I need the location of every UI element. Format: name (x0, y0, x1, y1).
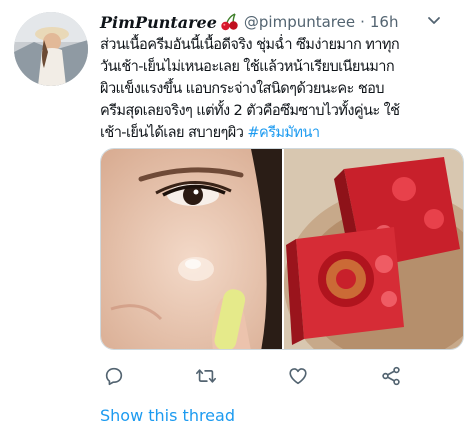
tweet[interactable]: PimPuntaree @pimpuntaree · 16h ส่วนเนื้อ… (0, 0, 474, 439)
tweet-text-line: เช้า-เย็นได้เลย สบายๆผิว #ครีมมัทนา (100, 122, 472, 144)
reply-icon (105, 367, 123, 386)
retweet-icon (196, 369, 216, 383)
avatar[interactable] (14, 12, 88, 86)
timestamp[interactable]: 16h (370, 13, 399, 31)
tweet-text-line: ส่วนเนื้อครีมอันนี้เนื้อดีจริง ชุ่มฉ่ำ ซ… (100, 36, 400, 53)
reply-button[interactable] (100, 362, 128, 390)
avatar-photo (14, 12, 88, 86)
chevron-down-icon (428, 17, 440, 24)
hashtag-link[interactable]: #ครีมมัทนา (247, 124, 320, 141)
media-grid (100, 148, 464, 350)
display-name[interactable]: PimPuntaree (100, 13, 217, 32)
retweet-button[interactable] (192, 362, 220, 390)
like-button[interactable] (284, 362, 312, 390)
tweet-text-line: ผิวแข็งแรงขึ้น แอบกระจ่างใสนิดๆด้วยนะคะ … (100, 80, 385, 97)
tweet-text-line: ครีมสุดเลยจริงๆ แต่ทั้ง 2 ตัวคือซึมซาบไว… (100, 102, 400, 119)
tweet-text-line: วันเช้า-เย็นไม่เหนอะเลย ใช้แล้วหน้าเรียบ… (100, 58, 395, 75)
tweet-text-fragment: เช้า-เย็นได้เลย สบายๆผิว (100, 124, 248, 141)
tweet-header: PimPuntaree @pimpuntaree · 16h (100, 11, 398, 33)
tweet-actions (100, 362, 420, 392)
handle[interactable]: @pimpuntaree (244, 13, 355, 31)
separator-dot: · (360, 13, 365, 31)
media-photo-face[interactable] (101, 149, 282, 349)
more-options-button[interactable] (420, 6, 448, 34)
show-thread-link[interactable]: Show this thread (100, 406, 235, 425)
cherry-emoji-icon (221, 13, 238, 31)
heart-icon (289, 368, 307, 385)
red-rose-cream-box-photo (284, 149, 463, 349)
share-icon (382, 366, 400, 386)
face-closeup-photo (101, 149, 282, 349)
share-button[interactable] (377, 362, 405, 390)
media-photo-product[interactable] (284, 149, 463, 349)
tweet-text: ส่วนเนื้อครีมอันนี้เนื้อดีจริง ชุ่มฉ่ำ ซ… (100, 34, 472, 144)
